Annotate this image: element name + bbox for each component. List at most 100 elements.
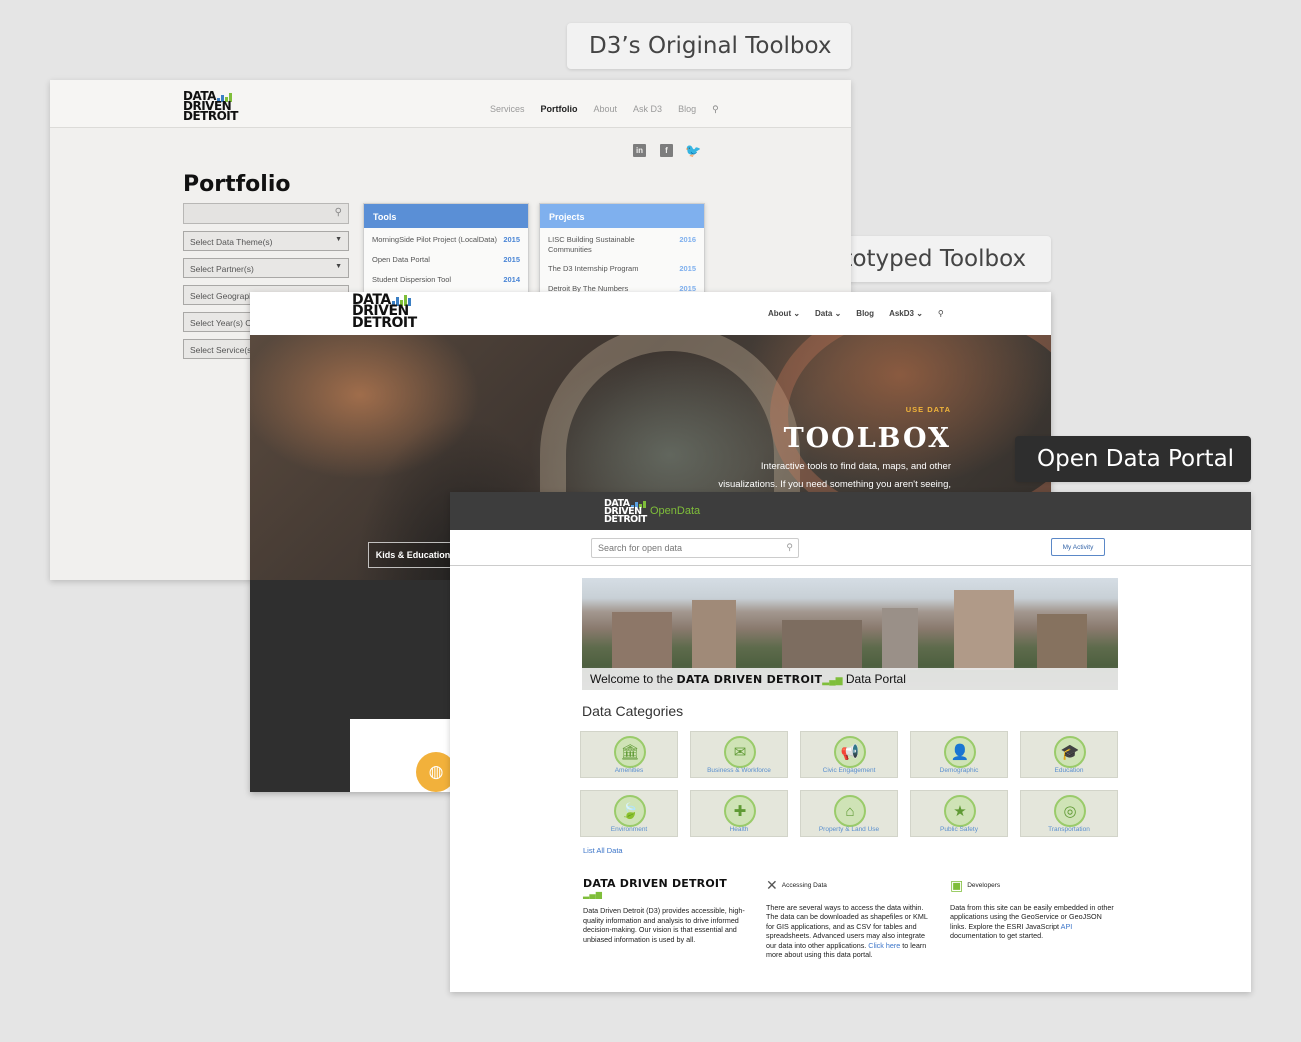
item-name: The D3 Internship Program bbox=[548, 264, 639, 273]
caption-original-toolbox: D3’s Original Toolbox bbox=[567, 23, 851, 69]
category-public-safety[interactable]: ★ Public Safety bbox=[910, 790, 1008, 837]
d3-logo[interactable]: DATA DRIVEN DETROIT bbox=[183, 90, 238, 122]
main-nav: Services Portfolio About Ask D3 Blog ⚲ bbox=[490, 104, 719, 115]
category-label: Transportation bbox=[1048, 826, 1090, 833]
category-amenities[interactable]: 🏛 Amenities bbox=[580, 731, 678, 778]
kids-education-button[interactable]: Kids & Education bbox=[368, 542, 458, 568]
site-header: DATA DRIVEN DETROIT About ⌄ Data ⌄ Blog … bbox=[250, 292, 1051, 335]
my-activity-button[interactable]: My Activity bbox=[1051, 538, 1105, 556]
nav-portfolio[interactable]: Portfolio bbox=[541, 104, 578, 115]
nav-data[interactable]: Data ⌄ bbox=[815, 309, 841, 318]
developers-body: Data from this site can be easily embedd… bbox=[950, 902, 1114, 931]
filter-data-theme[interactable]: Select Data Theme(s) ▼ bbox=[183, 231, 349, 251]
search-icon[interactable]: ⚲ bbox=[938, 309, 944, 318]
item-year: 2014 bbox=[503, 275, 520, 284]
category-property-land-use[interactable]: ⌂ Property & Land Use bbox=[800, 790, 898, 837]
api-link[interactable]: API bbox=[1061, 922, 1073, 931]
search-bar: Search for open data ⚲ My Activity bbox=[450, 530, 1251, 566]
search-icon: ⚲ bbox=[334, 207, 342, 218]
social-links: in f 🐦 bbox=[633, 143, 702, 158]
developers-text: Data from this site can be easily embedd… bbox=[950, 903, 1120, 941]
category-health[interactable]: ✚ Health bbox=[690, 790, 788, 837]
d3-logo[interactable]: DATA DRIVEN DETROIT bbox=[352, 293, 417, 331]
building-shape bbox=[882, 608, 918, 670]
nav-about[interactable]: About ⌄ bbox=[768, 309, 800, 318]
category-label: Education bbox=[1054, 767, 1084, 774]
search-input[interactable]: Search for open data ⚲ bbox=[591, 538, 799, 558]
nav-blog[interactable]: Blog bbox=[678, 104, 696, 115]
category-label: Demographic bbox=[939, 767, 979, 774]
item-year: 2015 bbox=[503, 255, 520, 264]
nav-askd3[interactable]: AskD3 ⌄ bbox=[889, 309, 923, 318]
leaf-icon: 🍃 bbox=[614, 795, 646, 827]
banner-prefix: Welcome to the bbox=[590, 672, 677, 686]
envelope-icon: ✉ bbox=[724, 736, 756, 768]
building-icon: 🏛 bbox=[614, 736, 646, 768]
open-data-portal-screenshot: DATA DRIVEN DETROIT OpenData Search for … bbox=[450, 492, 1251, 992]
click-here-link[interactable]: Click here bbox=[868, 941, 900, 950]
filter-label: Select Service(s bbox=[190, 345, 252, 355]
filter-label: Select Year(s) Cr bbox=[190, 318, 255, 328]
list-item[interactable]: Student Dispersion Tool 2014 bbox=[364, 272, 528, 292]
list-item[interactable]: LISC Building Sustainable Communities 201… bbox=[540, 232, 704, 261]
projects-card: Projects LISC Building Sustainable Commu… bbox=[539, 203, 705, 303]
item-name: LISC Building Sustainable Communities bbox=[548, 235, 635, 254]
developers-column: ▣ Developers Data from this site can be e… bbox=[950, 878, 1120, 941]
facebook-icon[interactable]: f bbox=[660, 144, 673, 157]
item-name: MorningSide Pilot Project (LocalData) bbox=[372, 235, 498, 244]
item-name: Student Dispersion Tool bbox=[372, 275, 452, 284]
category-label: Health bbox=[729, 826, 749, 833]
accessing-data-title: Accessing Data bbox=[781, 882, 827, 889]
main-nav: About ⌄ Data ⌄ Blog AskD3 ⌄ ⚲ bbox=[768, 309, 944, 318]
logo-bars-icon: ▂▄▆ bbox=[583, 889, 603, 899]
search-icon: ⚲ bbox=[786, 542, 793, 552]
category-environment[interactable]: 🍃 Environment bbox=[580, 790, 678, 837]
nav-about[interactable]: About bbox=[594, 104, 618, 115]
categories-heading: Data Categories bbox=[582, 703, 684, 719]
list-all-data-link[interactable]: List All Data bbox=[583, 846, 623, 855]
projects-card-header: Projects bbox=[540, 204, 704, 228]
item-year: 2015 bbox=[679, 264, 696, 273]
building-shape bbox=[954, 590, 1014, 670]
linkedin-icon[interactable]: in bbox=[633, 144, 646, 157]
nav-services[interactable]: Services bbox=[490, 104, 525, 115]
category-education[interactable]: 🎓 Education bbox=[1020, 731, 1118, 778]
category-label: Property & Land Use bbox=[818, 826, 880, 833]
building-shape bbox=[782, 620, 862, 670]
list-item[interactable]: Open Data Portal 2015 bbox=[364, 252, 528, 272]
list-item[interactable]: MorningSide Pilot Project (LocalData) 201… bbox=[364, 232, 528, 252]
list-item[interactable]: The D3 Internship Program 2015 bbox=[540, 261, 704, 281]
about-title-text: DATA DRIVEN DETROIT bbox=[583, 877, 727, 890]
tools-card: Tools MorningSide Pilot Project (LocalDa… bbox=[363, 203, 529, 303]
item-year: 2015 bbox=[503, 235, 520, 244]
item-name: Open Data Portal bbox=[372, 255, 430, 264]
filter-partner[interactable]: Select Partner(s) ▼ bbox=[183, 258, 349, 278]
about-text: Data Driven Detroit (D3) provides access… bbox=[583, 906, 745, 944]
filter-label: Select Data Theme(s) bbox=[190, 237, 273, 247]
logo-line: DETROIT bbox=[352, 314, 417, 331]
badge-icon: ★ bbox=[944, 795, 976, 827]
hero-description-line: Interactive tools to find data, maps, an… bbox=[760, 461, 951, 472]
category-business-workforce[interactable]: ✉ Business & Workforce bbox=[690, 731, 788, 778]
about-column: DATA DRIVEN DETROIT ▂▄▆ Data Driven Detr… bbox=[583, 877, 748, 944]
accessing-data-text: There are several ways to access the dat… bbox=[766, 903, 932, 960]
logo-bars-icon: ▂▄▆ bbox=[822, 675, 843, 685]
category-transportation[interactable]: ◎ Transportation bbox=[1020, 790, 1118, 837]
accessing-data-heading: ✕ Accessing Data bbox=[766, 878, 932, 891]
city-banner: Welcome to the DATA DRIVEN DETROIT▂▄▆ Da… bbox=[582, 578, 1118, 690]
search-icon[interactable]: ⚲ bbox=[712, 104, 719, 115]
search-placeholder: Search for open data bbox=[598, 543, 683, 553]
developers-title: Developers bbox=[967, 882, 1001, 889]
building-shape bbox=[692, 600, 736, 670]
category-civic-engagement[interactable]: 📢 Civic Engagement bbox=[800, 731, 898, 778]
d3-logo[interactable]: DATA DRIVEN DETROIT bbox=[604, 499, 647, 524]
search-input[interactable]: ⚲ bbox=[183, 203, 349, 224]
nav-ask-d3[interactable]: Ask D3 bbox=[633, 104, 662, 115]
site-header: DATA DRIVEN DETROIT Services Portfolio A… bbox=[50, 80, 851, 128]
filter-label: Select Geograph bbox=[190, 291, 254, 301]
house-icon: ⌂ bbox=[834, 795, 866, 827]
nav-blog[interactable]: Blog bbox=[856, 309, 874, 318]
category-demographic[interactable]: 👤 Demographic bbox=[910, 731, 1008, 778]
banner-brand: DATA DRIVEN DETROIT bbox=[676, 673, 823, 686]
twitter-icon[interactable]: 🐦 bbox=[685, 143, 701, 158]
